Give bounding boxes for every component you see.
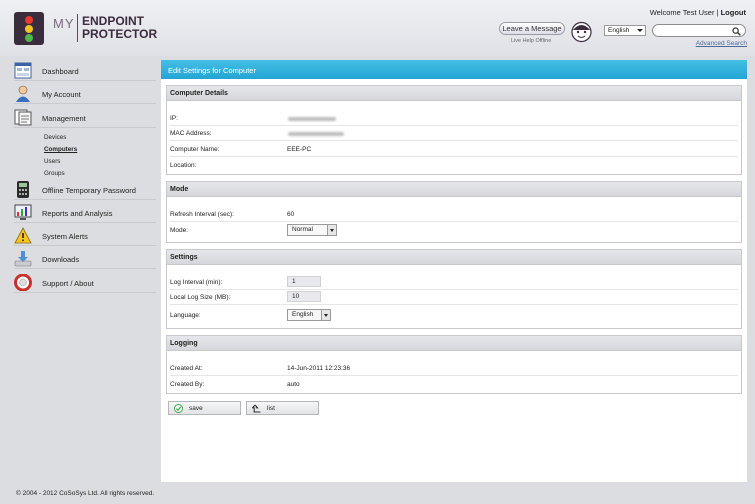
header: MY ENDPOINT PROTECTOR Welcome Test User … — [0, 0, 755, 56]
leave-message-button[interactable]: Leave a Message — [499, 22, 565, 35]
sidebar-item-my-account[interactable]: My Account — [14, 84, 156, 104]
log-interval-input[interactable]: 1 — [287, 276, 321, 287]
settings-panel: Settings Log Interval (min): 1 Local Log… — [166, 249, 742, 329]
computer-details-panel: Computer Details IP: MAC Address: Comput… — [166, 85, 742, 175]
sidebar-item-management[interactable]: Management — [14, 108, 156, 128]
advanced-search-link[interactable]: Advanced Search — [696, 40, 747, 47]
sidebar-sub-users[interactable]: Users — [44, 158, 60, 165]
brand-my: MY — [53, 16, 75, 31]
section-heading: Mode — [167, 182, 741, 197]
sidebar-item-dashboard[interactable]: Dashboard — [14, 61, 156, 81]
chevron-down-icon — [637, 29, 643, 32]
live-help-status: Live Help Offline — [511, 38, 552, 44]
refresh-interval-row: Refresh Interval (sec): 60 — [170, 207, 738, 222]
traffic-light-logo-icon[interactable] — [14, 12, 44, 45]
sidebar-sub-devices[interactable]: Devices — [44, 134, 66, 141]
sidebar-item-system-alerts[interactable]: System Alerts — [14, 226, 156, 246]
created-at-value: 14-Jun-2011 12:23:36 — [287, 365, 351, 372]
logging-panel: Logging Created At: 14-Jun-2011 12:23:36… — [166, 335, 742, 394]
sidebar-item-offline-password[interactable]: Offline Temporary Password — [14, 180, 156, 200]
local-log-size-input[interactable]: 10 — [287, 291, 321, 302]
warning-icon — [14, 227, 32, 244]
brand-name: ENDPOINT PROTECTOR — [82, 14, 158, 41]
sidebar: Dashboard My Account Management Devices … — [0, 56, 161, 482]
sidebar-item-downloads[interactable]: Downloads — [14, 249, 156, 269]
download-icon — [14, 251, 32, 267]
brand-divider — [77, 14, 78, 42]
section-heading: Logging — [167, 336, 741, 351]
logout-link[interactable]: Logout — [721, 8, 746, 17]
mode-panel: Mode Refresh Interval (sec): 60 Mode: No… — [166, 181, 742, 243]
log-interval-row: Log Interval (min): 1 — [170, 275, 738, 290]
mode-select[interactable]: Normal — [287, 224, 337, 236]
language-settings-select[interactable]: English — [287, 309, 331, 321]
page-title: Edit Settings for Computer — [168, 66, 256, 75]
calculator-icon — [17, 181, 29, 198]
ip-row: IP: — [170, 111, 738, 126]
sidebar-sub-computers[interactable]: Computers — [44, 146, 77, 153]
main-content: Edit Settings for Computer Computer Deta… — [161, 60, 747, 482]
created-by-row: Created By: auto — [170, 381, 300, 388]
language-select[interactable]: English — [604, 25, 646, 36]
sidebar-sub-groups[interactable]: Groups — [44, 170, 65, 177]
checkmark-icon — [174, 404, 183, 413]
back-arrow-icon — [252, 404, 261, 413]
computer-name-value: EEE-PC — [287, 146, 312, 153]
lifebuoy-icon — [14, 274, 32, 291]
welcome-text: Welcome Test User — [649, 8, 715, 17]
chevron-down-icon — [321, 310, 330, 320]
live-help-face-icon[interactable] — [570, 21, 593, 43]
sidebar-item-reports[interactable]: Reports and Analysis — [14, 203, 156, 223]
local-log-size-row: Local Log Size (MB): 10 — [170, 290, 738, 305]
section-heading: Settings — [167, 250, 741, 265]
management-icon — [14, 109, 32, 126]
section-heading: Computer Details — [167, 86, 741, 101]
mode-row: Mode: Normal — [170, 223, 738, 238]
mac-row: MAC Address: — [170, 126, 738, 141]
copyright-footer: © 2004 - 2012 CoSoSys Ltd. All rights re… — [16, 490, 155, 497]
location-row: Location: — [170, 162, 197, 169]
list-button[interactable]: list — [246, 401, 319, 415]
user-icon — [16, 85, 30, 102]
created-at-row: Created At: 14-Jun-2011 12:23:36 — [170, 361, 738, 376]
refresh-interval-value: 60 — [287, 211, 295, 218]
sidebar-item-support[interactable]: Support / About — [14, 273, 156, 293]
computer-name-row: Computer Name: EEE-PC — [170, 142, 738, 157]
page-title-bar: Edit Settings for Computer — [161, 60, 747, 79]
save-button[interactable]: save — [168, 401, 241, 415]
welcome-bar: Welcome Test User | Logout — [649, 8, 746, 17]
mac-value-redacted — [288, 132, 344, 136]
search-icon[interactable] — [732, 27, 741, 36]
reports-icon — [14, 204, 32, 220]
dashboard-icon — [14, 62, 32, 79]
chevron-down-icon — [327, 225, 336, 235]
search-input[interactable] — [652, 24, 746, 37]
created-by-value: auto — [287, 381, 300, 388]
language-row: Language: English — [170, 308, 738, 323]
ip-value-redacted — [288, 117, 336, 121]
